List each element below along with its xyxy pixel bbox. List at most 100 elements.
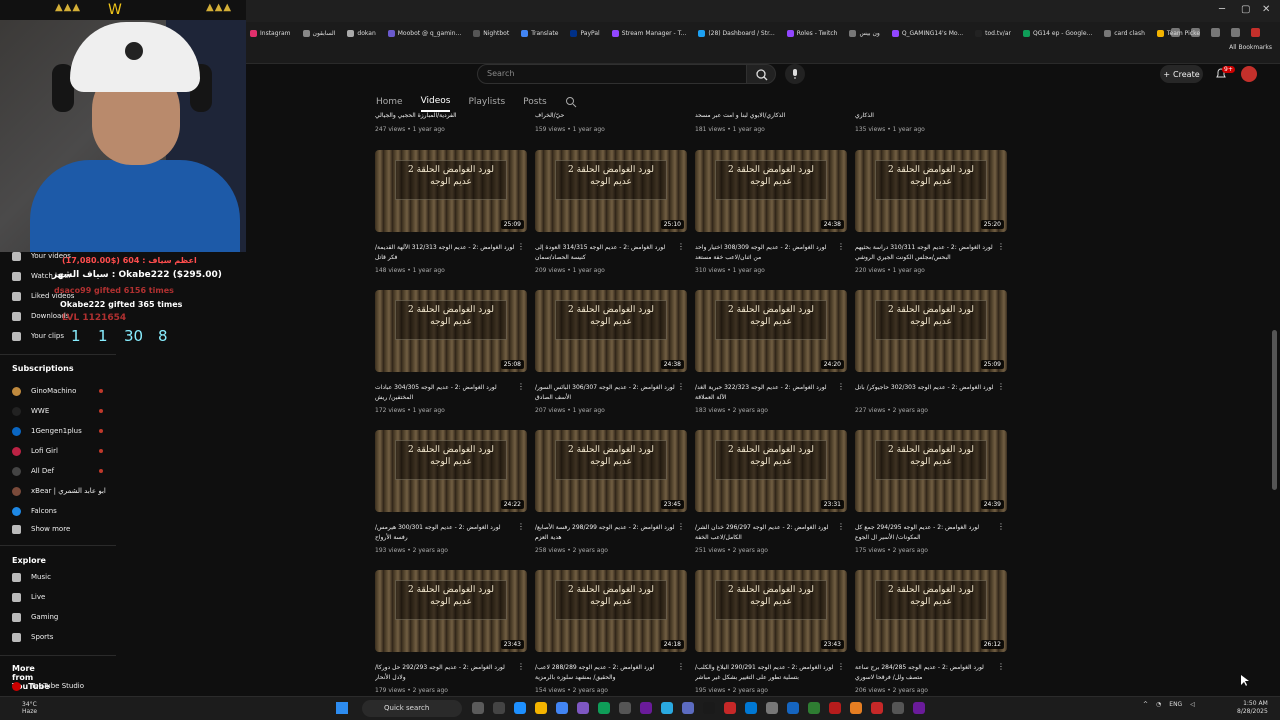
- close-icon[interactable]: ✕: [1262, 4, 1270, 15]
- taskbar-app-icon[interactable]: [892, 702, 904, 714]
- more-options-icon[interactable]: ⋮: [837, 382, 845, 391]
- bookmark-item[interactable]: Q_GAMING14's Mo...: [891, 29, 963, 37]
- taskbar-app-icon[interactable]: [724, 702, 736, 714]
- taskbar-app-icon[interactable]: [745, 702, 757, 714]
- voice-search-button[interactable]: [785, 64, 805, 84]
- more-options-icon[interactable]: ⋮: [837, 662, 845, 671]
- language-indicator[interactable]: ENG: [1169, 701, 1182, 708]
- partial-video-card[interactable]: حيّ/الخراف 159 views • 1 year ago: [535, 112, 685, 133]
- video-title[interactable]: لورد الغوامض :2 - عديم الوجه 310/311 درا…: [855, 243, 995, 263]
- taskbar-app-icon[interactable]: [808, 702, 820, 714]
- video-thumbnail[interactable]: لورد الغوامض الحلقة 2 عديم الوجه 25:20: [855, 150, 1007, 232]
- bookmark-item[interactable]: Team Picker Wheel...: [1156, 29, 1200, 37]
- bookmark-item[interactable]: card clash: [1104, 29, 1145, 37]
- more-options-icon[interactable]: ⋮: [677, 242, 685, 251]
- more-options-icon[interactable]: ⋮: [997, 522, 1005, 531]
- taskbar-search[interactable]: Quick search: [362, 700, 462, 717]
- video-thumbnail[interactable]: لورد الغوامض الحلقة 2 عديم الوجه 23:45: [535, 430, 687, 512]
- sidebar-item-explore[interactable]: Music: [12, 569, 117, 585]
- taskbar-app-icon[interactable]: [703, 702, 715, 714]
- video-thumbnail[interactable]: لورد الغوامض الحلقة 2 عديم الوجه 26:12: [855, 570, 1007, 652]
- profile-icon[interactable]: [1251, 28, 1260, 37]
- show-more-button[interactable]: Show more: [12, 521, 117, 537]
- all-bookmarks-link[interactable]: All Bookmarks: [1229, 44, 1272, 51]
- taskbar-app-icon[interactable]: [493, 702, 505, 714]
- channel-search-icon[interactable]: [565, 96, 577, 108]
- sidebar-item-subscription[interactable]: 1Gengen1plus: [12, 423, 117, 439]
- tab-posts[interactable]: Posts: [523, 93, 547, 111]
- extension-icon[interactable]: [1231, 28, 1240, 37]
- video-title[interactable]: لورد الغوامض :2 - عديم الوجه 288/289 لاع…: [535, 663, 675, 683]
- bookmark-item[interactable]: Nightbot: [473, 29, 509, 37]
- video-title[interactable]: لورد الغوامض :2 - عديم الوجه 302/303 حاج…: [855, 383, 995, 403]
- bookmark-item[interactable]: (28) Dashboard / Str...: [698, 29, 775, 37]
- more-options-icon[interactable]: ⋮: [517, 242, 525, 251]
- bookmark-item[interactable]: tod.tv/ar: [975, 29, 1011, 37]
- taskbar-app-icon[interactable]: [787, 702, 799, 714]
- video-thumbnail[interactable]: لورد الغوامض الحلقة 2 عديم الوجه 24:22: [375, 430, 527, 512]
- bookmark-item[interactable]: QG14 ep - Google...: [1022, 29, 1092, 37]
- video-thumbnail[interactable]: لورد الغوامض الحلقة 2 عديم الوجه 23:43: [375, 570, 527, 652]
- partial-video-card[interactable]: الفردية/المبارزة الحجبي والجيالي 247 view…: [375, 112, 525, 133]
- create-button[interactable]: + Create: [1160, 65, 1203, 83]
- clock[interactable]: 1:50 AM 8/28/2025: [1237, 700, 1268, 716]
- sidebar-item-youtube-studio[interactable]: YouTube Studio: [12, 678, 117, 694]
- sidebar-item-subscription[interactable]: Lofi Girl: [12, 443, 117, 459]
- bookmark-item[interactable]: ون بيس: [849, 29, 880, 37]
- taskbar-app-icon[interactable]: [682, 702, 694, 714]
- taskbar-app-icon[interactable]: [850, 702, 862, 714]
- bookmark-item[interactable]: Stream Manager - T...: [611, 29, 686, 37]
- more-options-icon[interactable]: ⋮: [517, 662, 525, 671]
- bookmark-item[interactable]: Instagram: [250, 29, 291, 37]
- video-thumbnail[interactable]: لورد الغوامض الحلقة 2 عديم الوجه 25:09: [855, 290, 1007, 372]
- bookmark-item[interactable]: Translate: [521, 29, 558, 37]
- more-options-icon[interactable]: ⋮: [997, 382, 1005, 391]
- sidebar-item-subscription[interactable]: xBear | ابو عابد الشمري: [12, 483, 117, 499]
- bookmark-item[interactable]: السابقون: [302, 29, 335, 37]
- video-title[interactable]: لورد الغوامض :2 - عديم الوجه 312/313 الآ…: [375, 243, 515, 263]
- speaker-icon[interactable]: ◁: [1190, 701, 1195, 708]
- taskbar-app-icon[interactable]: [472, 702, 484, 714]
- video-title[interactable]: لورد الغوامض :2 - عديم الوجه 304/305 عبا…: [375, 383, 515, 403]
- taskbar-app-icon[interactable]: [598, 702, 610, 714]
- video-title[interactable]: لورد الغوامض :2 - عديم الوجه 290/291 الب…: [695, 663, 835, 683]
- taskbar-app-icon[interactable]: [661, 702, 673, 714]
- search-input[interactable]: Search: [477, 64, 747, 84]
- video-thumbnail[interactable]: لورد الغوامض الحلقة 2 عديم الوجه 24:18: [535, 570, 687, 652]
- page-scrollbar[interactable]: [1272, 330, 1277, 490]
- more-options-icon[interactable]: ⋮: [677, 382, 685, 391]
- taskbar-app-icon[interactable]: [577, 702, 589, 714]
- taskbar-app-icon[interactable]: [871, 702, 883, 714]
- extension-icon[interactable]: [1211, 28, 1220, 37]
- avatar[interactable]: [1241, 66, 1257, 82]
- partial-video-card[interactable]: الذكاري/الابوي لبنا و امت عبر مسحد 181 vi…: [695, 112, 845, 133]
- video-title[interactable]: لورد الغوامض :2 - عديم الوجه 296/297 خدا…: [695, 523, 835, 543]
- sidebar-item-explore[interactable]: Sports: [12, 629, 117, 645]
- subscriptions-heading[interactable]: Subscriptions: [12, 364, 74, 373]
- video-thumbnail[interactable]: لورد الغوامض الحلقة 2 عديم الوجه 24:39: [855, 430, 1007, 512]
- sidebar-item-subscription[interactable]: WWE: [12, 403, 117, 419]
- search-button[interactable]: [746, 64, 776, 84]
- video-title[interactable]: لورد الغوامض :2 - عديم الوجه 308/309 اخت…: [695, 243, 835, 263]
- sidebar-item-explore[interactable]: Live: [12, 589, 117, 605]
- video-title[interactable]: لورد الغوامض :2 - عديم الوجه 294/295 جمع…: [855, 523, 995, 543]
- taskbar-app-icon[interactable]: [514, 702, 526, 714]
- sidebar-item-subscription[interactable]: Falcons: [12, 503, 117, 519]
- more-options-icon[interactable]: ⋮: [517, 522, 525, 531]
- video-thumbnail[interactable]: لورد الغوامض الحلقة 2 عديم الوجه 23:43: [695, 570, 847, 652]
- video-title[interactable]: لورد الغوامض :2 - عديم الوجه 306/307 الب…: [535, 383, 675, 403]
- wifi-icon[interactable]: ◔: [1156, 701, 1161, 708]
- video-title[interactable]: لورد الغوامض :2 - عديم الوجه 300/301 هير…: [375, 523, 515, 543]
- video-title[interactable]: لورد الغوامض :2 - عديم الوجه 298/299 رفس…: [535, 523, 675, 543]
- more-options-icon[interactable]: ⋮: [997, 662, 1005, 671]
- partial-video-card[interactable]: الذكاري 135 views • 1 year ago: [855, 112, 1005, 133]
- sidebar-item-explore[interactable]: Gaming: [12, 609, 117, 625]
- video-thumbnail[interactable]: لورد الغوامض الحلقة 2 عديم الوجه 24:38: [535, 290, 687, 372]
- taskbar-app-icon[interactable]: [766, 702, 778, 714]
- taskbar-app-icon[interactable]: [619, 702, 631, 714]
- video-title[interactable]: لورد الغوامض :2 - عديم الوجه 314/315 الع…: [535, 243, 675, 263]
- bookmark-item[interactable]: dokan: [347, 29, 376, 37]
- tab-videos[interactable]: Videos: [420, 92, 451, 112]
- sidebar-item-subscription[interactable]: GinoMachino: [12, 383, 117, 399]
- more-options-icon[interactable]: ⋮: [677, 662, 685, 671]
